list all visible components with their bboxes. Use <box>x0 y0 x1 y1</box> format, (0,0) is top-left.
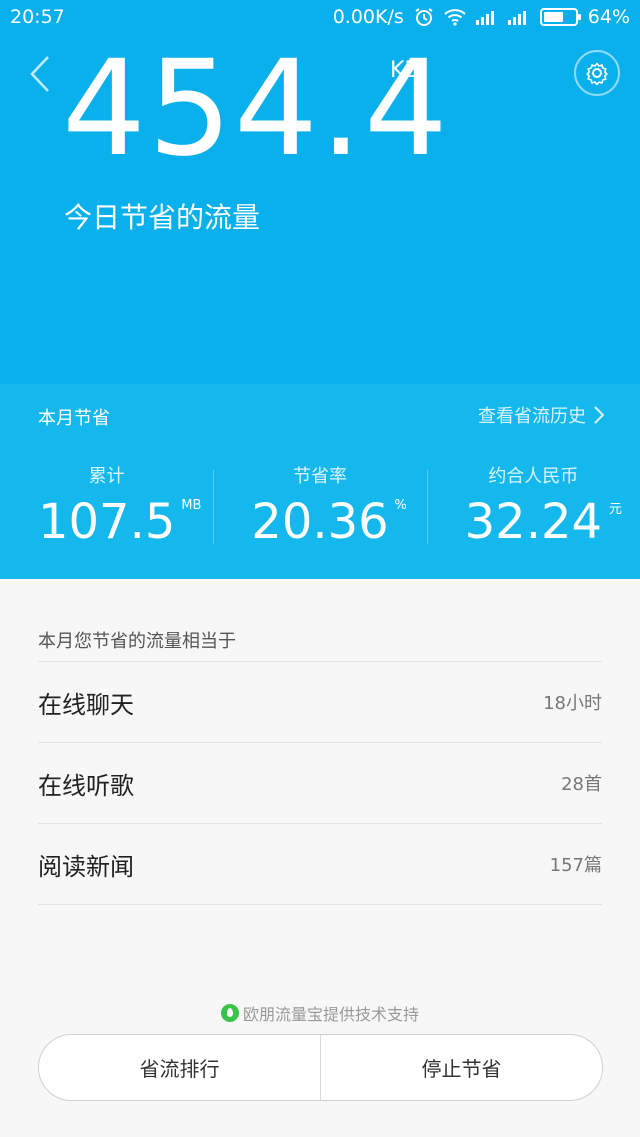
action-buttons: 省流排行 停止节省 <box>38 1034 603 1101</box>
stat-label: 约合人民币 <box>488 466 579 487</box>
chevron-left-icon <box>30 56 49 92</box>
battery-icon <box>539 8 581 26</box>
item-value: 28首 <box>561 774 602 795</box>
stat-label: 节省率 <box>292 466 347 487</box>
status-bar: 20:57 0.00K/s 64% <box>0 0 640 34</box>
stat-rmb: 约合人民币 32.24 元 <box>426 462 640 554</box>
today-saved-caption: 今日节省的流量 <box>64 201 261 234</box>
oupeng-logo-icon <box>220 1004 239 1022</box>
signal-icon <box>475 9 498 25</box>
today-saved-value: 454.4 <box>62 32 450 186</box>
alarm-icon <box>414 7 434 27</box>
back-button[interactable] <box>22 54 58 94</box>
stop-saving-button[interactable]: 停止节省 <box>320 1035 602 1100</box>
stat-unit: % <box>394 498 407 513</box>
powered-by-text: 欧朋流量宝提供技术支持 <box>242 1005 419 1024</box>
stat-total: 累计 107.5 MB <box>0 462 213 554</box>
stat-rate: 节省率 20.36 % <box>213 462 426 554</box>
status-time: 20:57 <box>10 6 65 28</box>
item-name: 在线聊天 <box>38 690 134 719</box>
month-title: 本月节省 <box>38 408 110 429</box>
stat-unit: 元 <box>609 502 623 517</box>
list-item: 在线聊天 18小时 <box>38 662 602 743</box>
month-stats: 累计 107.5 MB 节省率 20.36 % 约合人民币 32.24 元 <box>0 462 640 554</box>
today-saved-unit: KB <box>390 58 420 83</box>
stat-unit: MB <box>181 498 202 513</box>
chevron-right-icon <box>594 406 604 424</box>
stat-label: 累计 <box>88 466 125 487</box>
item-value: 18小时 <box>543 693 602 714</box>
savings-hero: 20:57 0.00K/s 64% 454.4 KB 今日节省的流量 <box>0 0 640 384</box>
network-speed: 0.00K/s <box>332 6 404 28</box>
list-item: 在线听歌 28首 <box>38 743 602 824</box>
list-item: 阅读新闻 157篇 <box>38 824 602 905</box>
equivalent-list: 在线聊天 18小时 在线听歌 28首 阅读新闻 157篇 <box>38 661 602 905</box>
gear-icon <box>586 62 608 85</box>
stat-value: 32.24 <box>464 494 603 550</box>
powered-by: 欧朋流量宝提供技术支持 <box>0 1001 640 1025</box>
signal-icon <box>507 9 530 25</box>
battery-level <box>543 12 563 22</box>
status-icons: 0.00K/s 64% <box>333 6 630 28</box>
stat-value: 107.5 <box>37 494 176 550</box>
history-link[interactable]: 查看省流历史 <box>478 402 604 428</box>
equivalent-heading: 本月您节省的流量相当于 <box>38 631 236 652</box>
stat-value: 20.36 <box>251 494 389 550</box>
wifi-icon <box>444 8 466 26</box>
item-value: 157篇 <box>549 855 602 876</box>
item-name: 在线听歌 <box>38 771 134 800</box>
battery-percent: 64% <box>587 6 630 28</box>
settings-button[interactable] <box>574 50 620 96</box>
item-name: 阅读新闻 <box>38 852 134 881</box>
ranking-button[interactable]: 省流排行 <box>39 1035 320 1100</box>
month-savings-panel: 本月节省 查看省流历史 累计 107.5 MB 节省率 20.36 % 约合人民… <box>0 384 640 579</box>
history-link-label: 查看省流历史 <box>478 406 586 427</box>
